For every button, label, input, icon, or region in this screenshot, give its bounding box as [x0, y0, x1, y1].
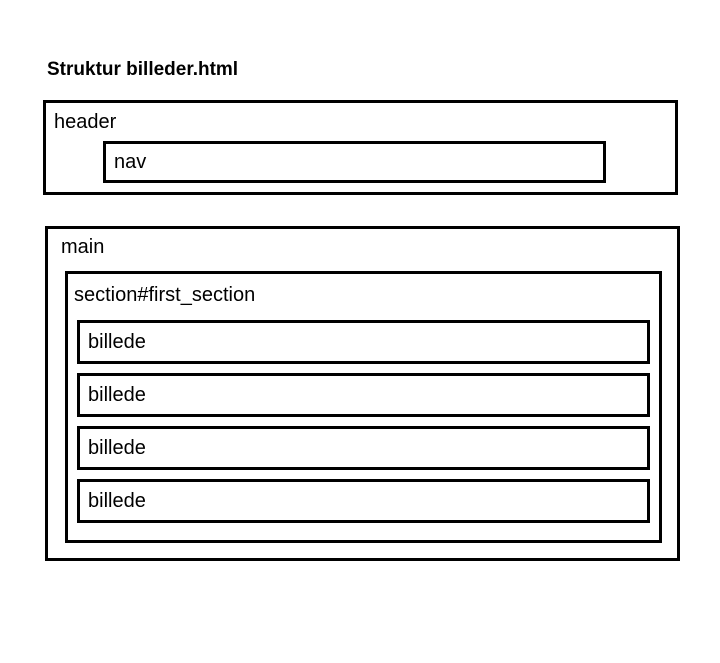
- section-label: section#first_section: [74, 284, 256, 306]
- billede-label: billede: [88, 331, 146, 353]
- billede-label: billede: [88, 490, 146, 512]
- section-block: section#first_section billede billede bi…: [65, 271, 662, 543]
- header-block: header nav: [43, 100, 678, 195]
- header-label: header: [54, 111, 117, 133]
- nav-block: nav: [103, 141, 606, 183]
- nav-label: nav: [114, 151, 147, 173]
- billede-block: billede: [77, 426, 650, 470]
- billede-block: billede: [77, 320, 650, 364]
- billede-label: billede: [88, 384, 146, 406]
- main-block: main section#first_section billede bille…: [45, 226, 680, 561]
- billede-block: billede: [77, 479, 650, 523]
- main-label: main: [61, 236, 105, 258]
- billede-label: billede: [88, 437, 146, 459]
- diagram-title: Struktur billeder.html: [47, 59, 239, 80]
- billede-block: billede: [77, 373, 650, 417]
